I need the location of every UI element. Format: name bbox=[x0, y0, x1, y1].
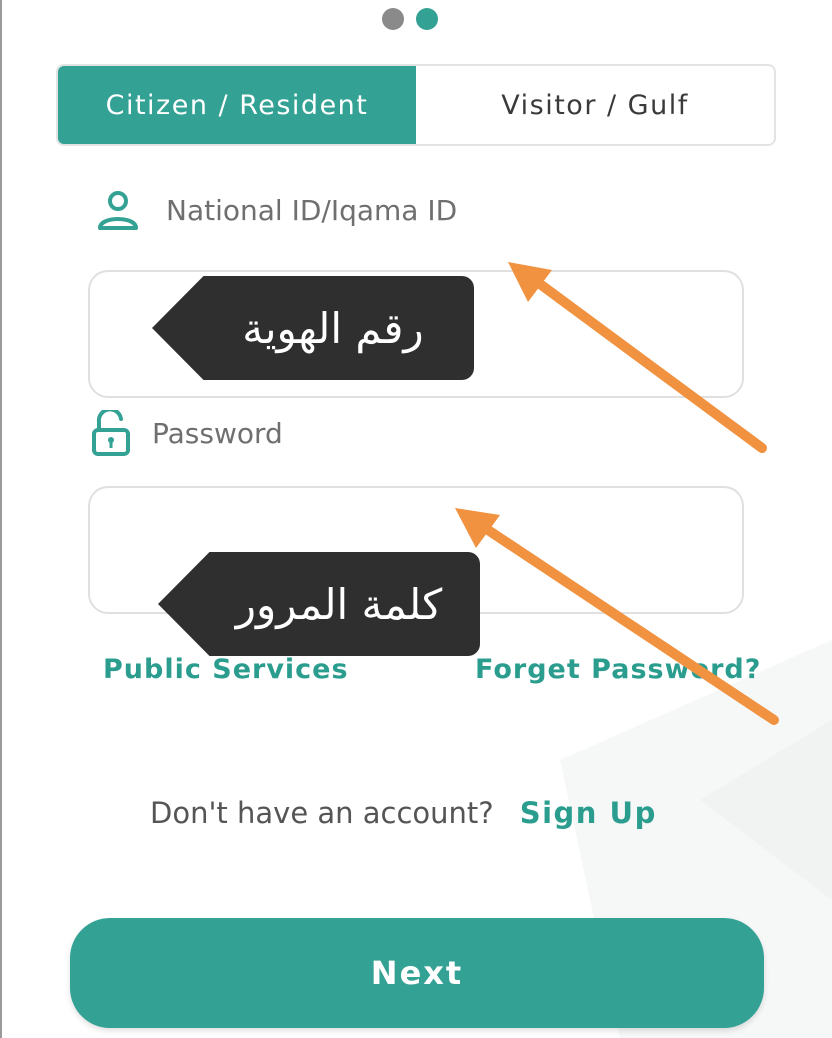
password-annotation-tag: كلمة المرور bbox=[158, 552, 480, 656]
password-annotation-text: كلمة المرور bbox=[235, 579, 443, 629]
national-id-label-row: National ID/Iqama ID bbox=[96, 188, 457, 232]
pager-dot-2[interactable] bbox=[416, 8, 438, 30]
unlock-icon bbox=[90, 407, 132, 456]
id-annotation-text: رقم الهوية bbox=[242, 303, 424, 353]
tab-citizen-resident[interactable]: Citizen / Resident bbox=[58, 66, 416, 144]
password-label-row: Password bbox=[90, 407, 283, 456]
pager-dot-1[interactable] bbox=[382, 8, 404, 30]
public-services-link[interactable]: Public Services bbox=[103, 654, 349, 685]
forget-password-link[interactable]: Forget Password? bbox=[475, 654, 761, 685]
signup-row: Don't have an account? Sign Up bbox=[150, 796, 657, 830]
id-annotation-tag: رقم الهوية bbox=[152, 276, 474, 380]
tab-visitor-gulf[interactable]: Visitor / Gulf bbox=[416, 66, 774, 144]
user-icon bbox=[96, 188, 140, 232]
pager-dots bbox=[382, 8, 438, 30]
tab-citizen-resident-label: Citizen / Resident bbox=[105, 89, 369, 121]
user-type-tabs: Citizen / Resident Visitor / Gulf bbox=[56, 64, 776, 146]
tab-visitor-gulf-label: Visitor / Gulf bbox=[501, 89, 689, 121]
signup-question: Don't have an account? bbox=[150, 796, 494, 830]
signup-link[interactable]: Sign Up bbox=[520, 796, 657, 830]
password-label: Password bbox=[152, 416, 283, 450]
frame-edge bbox=[0, 0, 2, 1038]
national-id-label: National ID/Iqama ID bbox=[166, 193, 458, 227]
next-button[interactable]: Next bbox=[70, 918, 764, 1028]
